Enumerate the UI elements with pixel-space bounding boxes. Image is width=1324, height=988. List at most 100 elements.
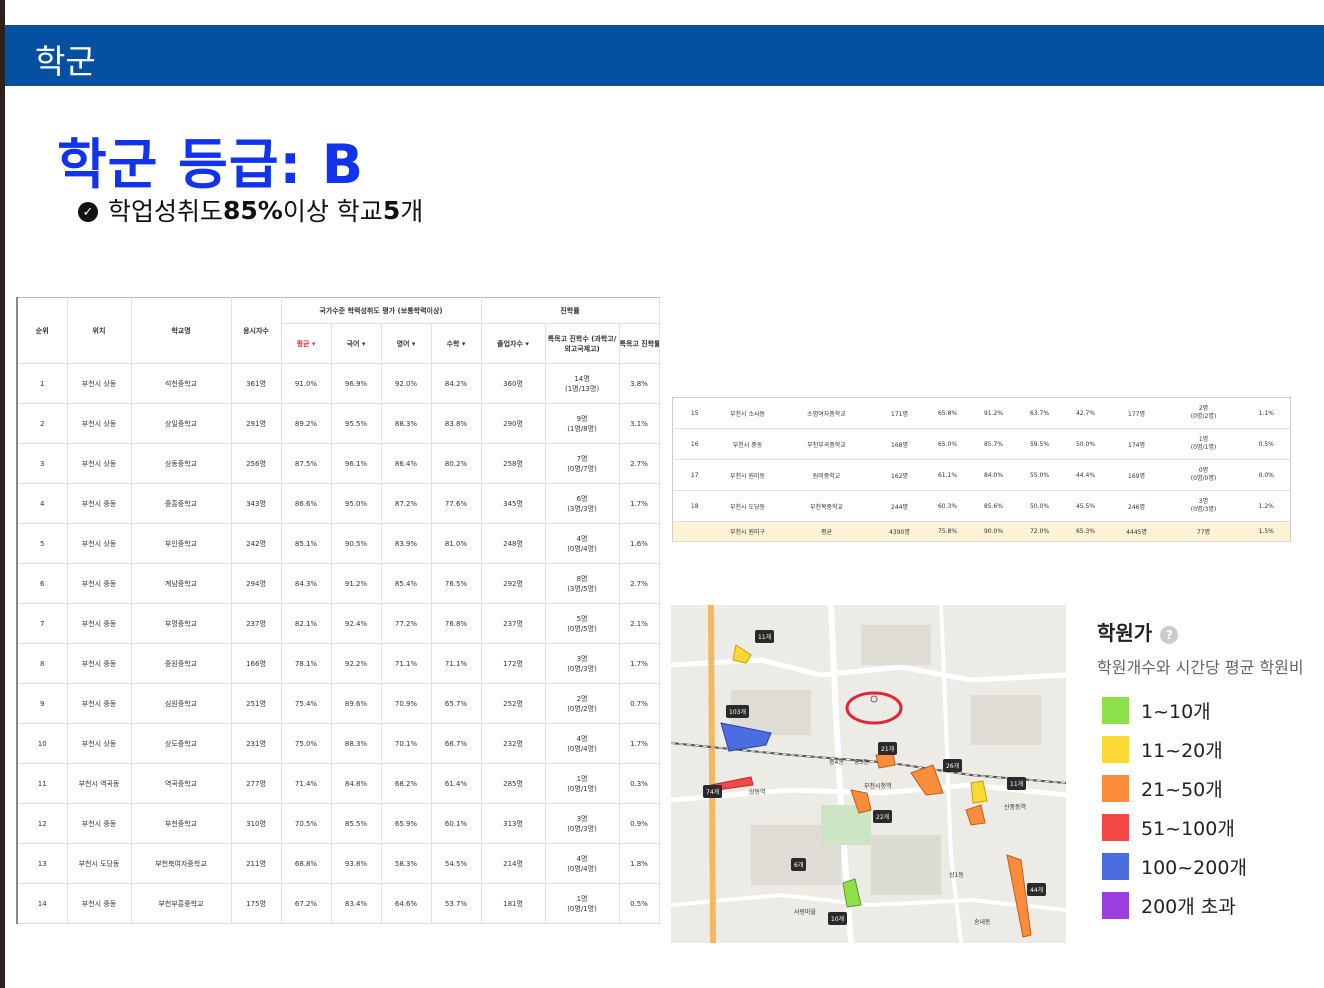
map-count-badge[interactable]: 44개 bbox=[1027, 883, 1047, 896]
table-cell: 87.5% bbox=[281, 443, 332, 484]
table-cell: 65.7% bbox=[431, 683, 482, 724]
legend-swatch bbox=[1102, 892, 1129, 919]
table-cell: 75.4% bbox=[281, 683, 332, 724]
legend-label: 1~10개 bbox=[1141, 701, 1211, 723]
table-cell: 70.9% bbox=[381, 683, 432, 724]
col-header-average[interactable]: 평균 ▾ bbox=[281, 323, 332, 364]
summary-post: 개 bbox=[400, 197, 424, 226]
map-count-badge[interactable]: 103개 bbox=[726, 705, 749, 718]
table-row: 17 부천시 원미동 원미중학교 162명 61.1% 84.0% 55.0% 44.4% 16… bbox=[672, 459, 1291, 491]
table-cell: 부천부흥중학교 bbox=[131, 883, 232, 924]
map-count-badge[interactable]: 11개 bbox=[1007, 777, 1027, 790]
special-count: 3명 bbox=[576, 814, 588, 823]
summary-mid: 이상 학교 bbox=[282, 197, 383, 226]
col-header-school: 학교명 bbox=[131, 297, 232, 364]
table-cell: 50.0% bbox=[1016, 490, 1063, 522]
table-cell: 1명 (0명/1명) bbox=[545, 763, 620, 804]
table-cell: 80.2% bbox=[431, 443, 482, 484]
table-cell: 4 bbox=[17, 483, 68, 524]
table-cell: 0.9% bbox=[619, 803, 660, 844]
table-cell: 91.0% bbox=[281, 363, 332, 404]
table-row: 7 부천시 중동 부명중학교 237명 82.1% 92.4% 77.2% 76.8% 237명… bbox=[17, 603, 660, 644]
table-cell: 174명 bbox=[1108, 428, 1165, 460]
help-icon[interactable]: ? bbox=[1160, 625, 1179, 644]
table-cell: 237명 bbox=[481, 603, 546, 644]
table-cell: 175명 bbox=[231, 883, 282, 924]
table-cell: 361명 bbox=[231, 363, 282, 404]
table-cell: 1.1% bbox=[1242, 397, 1291, 429]
table-cell: 2명 (0명/2명) bbox=[1164, 397, 1243, 429]
map-place-label: 송내동 bbox=[974, 919, 991, 926]
legend-swatch bbox=[1102, 736, 1129, 763]
table-cell: 285명 bbox=[481, 763, 546, 804]
average-cell: 4445명 bbox=[1108, 521, 1165, 542]
table-cell: 85.1% bbox=[281, 523, 332, 564]
map-count-badge[interactable]: 22개 bbox=[873, 810, 893, 823]
special-count: 9명 bbox=[576, 414, 588, 423]
table-cell: 76.5% bbox=[431, 563, 482, 604]
table-row: 11 부천시 역곡동 역곡중학교 277명 71.4% 84.8% 68.2% 61.4% 28… bbox=[17, 763, 660, 804]
special-count: 2명 bbox=[576, 694, 588, 703]
map-place-label: 상1동 bbox=[949, 872, 964, 879]
table-row: 13 부천시 도당동 부천북여자중학교 211명 68.8% 93.8% 58.3% 54.5… bbox=[17, 843, 660, 884]
map-count-badge[interactable]: 26개 bbox=[943, 759, 963, 772]
table-cell: 석천중학교 bbox=[131, 363, 232, 404]
col-header-korean[interactable]: 국어 ▾ bbox=[331, 323, 382, 364]
map-place-label: 사랑마을 bbox=[794, 909, 817, 916]
table-row: 2 부천시 상동 상일중학교 291명 89.2% 95.5% 88.3% 83.8% 290명… bbox=[17, 403, 660, 444]
table-cell: 83.4% bbox=[331, 883, 382, 924]
col-header-examinees: 응시자수 bbox=[231, 297, 282, 364]
table-cell: 294명 bbox=[231, 563, 282, 604]
table-cell: 44.4% bbox=[1062, 459, 1109, 491]
special-count-detail: (0명/4명) bbox=[567, 744, 597, 753]
special-count-detail: (3명/3명) bbox=[567, 504, 597, 513]
table-row: 18 부천시 도당동 부천복중학교 244명 60.3% 85.6% 50.0% 45.5% 2… bbox=[672, 490, 1291, 522]
legend-subtitle: 학원개수와 시간당 평균 학원비 bbox=[1097, 658, 1304, 677]
table-cell: 상도중학교 bbox=[131, 723, 232, 764]
table-cell: 63.7% bbox=[1016, 397, 1063, 429]
table-cell: 91.2% bbox=[331, 563, 382, 604]
table-cell: 6명 (3명/3명) bbox=[545, 483, 620, 524]
table-row: 3 부천시 상동 상동중학교 256명 87.5% 96.1% 86.4% 80.2% 258명… bbox=[17, 443, 660, 484]
map-count-badge[interactable]: 10개 bbox=[828, 912, 848, 925]
table-cell: 345명 bbox=[481, 483, 546, 524]
table-cell: 83.9% bbox=[381, 523, 432, 564]
table-cell: 82.1% bbox=[281, 603, 332, 644]
col-header-graduates[interactable]: 졸업자수 ▾ bbox=[481, 323, 546, 364]
special-count-detail: (0명/1명) bbox=[1190, 444, 1217, 451]
col-header-english[interactable]: 영어 ▾ bbox=[381, 323, 432, 364]
group-header-advance: 진학률 bbox=[481, 297, 660, 324]
table-cell: 83.8% bbox=[431, 403, 482, 444]
table-cell: 169명 bbox=[1108, 459, 1165, 491]
table-cell: 부천시 상동 bbox=[67, 523, 132, 564]
average-cell: 75.8% bbox=[924, 521, 971, 542]
col-header-math[interactable]: 수학 ▾ bbox=[431, 323, 482, 364]
map-count-badge[interactable]: 11개 bbox=[755, 630, 775, 643]
special-count: 4명 bbox=[576, 534, 588, 543]
col-header-special-count[interactable]: 특목고 진학수 (과학고/외고국제고) bbox=[545, 323, 620, 364]
table-cell: 277명 bbox=[231, 763, 282, 804]
table-cell: 181명 bbox=[481, 883, 546, 924]
table-cell: 96.9% bbox=[331, 363, 382, 404]
table-cell: 54.5% bbox=[431, 843, 482, 884]
table-cell: 172명 bbox=[481, 643, 546, 684]
table-cell: 61.1% bbox=[924, 459, 971, 491]
academy-district-map[interactable]: 11개 103개 74개 21개 26개 11개 22개 6개 44개 10개 상동역 부천시청역 신중… bbox=[671, 605, 1066, 943]
table-cell: 246명 bbox=[1108, 490, 1165, 522]
table-cell: 상일중학교 bbox=[131, 403, 232, 444]
table-cell: 258명 bbox=[481, 443, 546, 484]
table-cell: 6 bbox=[17, 563, 68, 604]
table-cell: 8 bbox=[17, 643, 68, 684]
table-cell: 중원중학교 bbox=[131, 643, 232, 684]
legend-swatch bbox=[1102, 853, 1129, 880]
table-row: 12 부천시 중동 부천중학교 310명 70.5% 85.5% 65.9% 60.1% 313… bbox=[17, 803, 660, 844]
col-header-special-rate[interactable]: 특목고 진학률 ▾ bbox=[619, 323, 660, 364]
table-cell: 16 bbox=[672, 428, 717, 460]
average-cell: 부천시 원미구 bbox=[716, 521, 779, 542]
table-cell: 64.6% bbox=[381, 883, 432, 924]
map-count-badge[interactable]: 74개 bbox=[703, 785, 723, 798]
map-count-badge[interactable]: 6개 bbox=[791, 858, 807, 871]
map-count-badge[interactable]: 21개 bbox=[878, 742, 898, 755]
table-cell: 166명 bbox=[231, 643, 282, 684]
map-place-label: 부천시청역 bbox=[864, 783, 892, 790]
